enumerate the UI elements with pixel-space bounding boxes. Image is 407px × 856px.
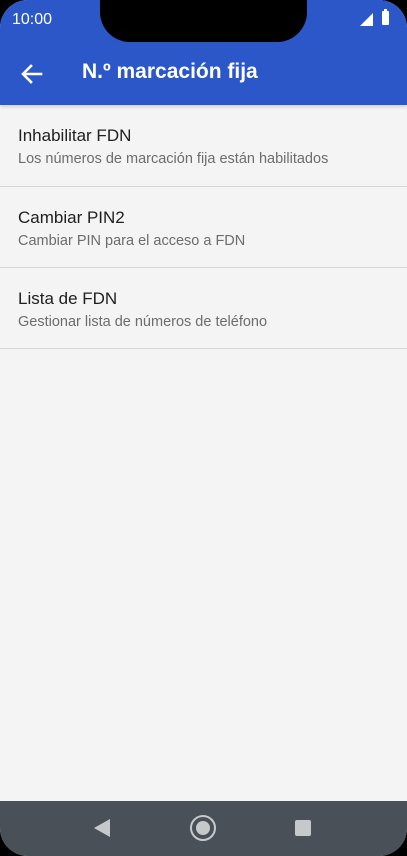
phone-screen: 10:00 N.º marcación fija Inhabilitar FDN… [0,0,407,856]
camera-notch [100,0,307,42]
list-item-subtitle: Gestionar lista de números de teléfono [18,314,268,330]
list-item-title: Inhabilitar FDN [18,126,132,145]
arrow-back-icon [21,64,43,84]
list-item-change-pin2[interactable]: Cambiar PIN2 Cambiar PIN para el acceso … [0,187,407,268]
nav-home-icon[interactable] [190,815,216,841]
page-title: N.º marcación fija [82,60,258,83]
list-item-subtitle: Los números de marcación fija están habi… [18,151,329,167]
nav-recents-icon[interactable] [295,820,311,836]
list-item-disable-fdn[interactable]: Inhabilitar FDN Los números de marcación… [0,105,407,187]
list-item-title: Lista de FDN [18,289,118,308]
status-bar: 10:00 [0,0,407,42]
navigation-bar [0,801,407,856]
battery-icon [382,9,389,25]
back-button[interactable] [14,56,50,92]
list-item-subtitle: Cambiar PIN para el acceso a FDN [18,233,246,249]
app-bar: N.º marcación fija [0,42,407,105]
nav-back-icon[interactable] [94,819,110,837]
signal-icon [360,13,373,26]
list-item-fdn-list[interactable]: Lista de FDN Gestionar lista de números … [0,268,407,349]
settings-list: Inhabilitar FDN Los números de marcación… [0,105,407,349]
list-item-title: Cambiar PIN2 [18,208,125,227]
status-time: 10:00 [12,11,53,28]
